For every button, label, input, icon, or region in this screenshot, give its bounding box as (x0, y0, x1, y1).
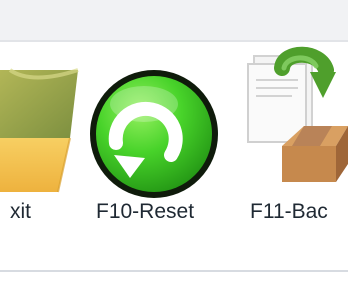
bottom-strip (0, 272, 348, 289)
toolbar-item-backup[interactable]: F11-Bac (244, 42, 348, 272)
exit-icon (0, 68, 79, 193)
toolbar: xit F10-Reset F11-Bac (0, 40, 348, 272)
toolbar-item-exit[interactable]: xit (0, 42, 80, 272)
toolbar-item-label: xit (10, 200, 31, 223)
reset-icon (90, 70, 218, 198)
backup-icon (247, 46, 348, 182)
toolbar-item-label: F11-Bac (250, 200, 328, 223)
top-strip (0, 0, 348, 40)
toolbar-item-reset[interactable]: F10-Reset (86, 42, 236, 272)
toolbar-item-label: F10-Reset (96, 200, 195, 223)
